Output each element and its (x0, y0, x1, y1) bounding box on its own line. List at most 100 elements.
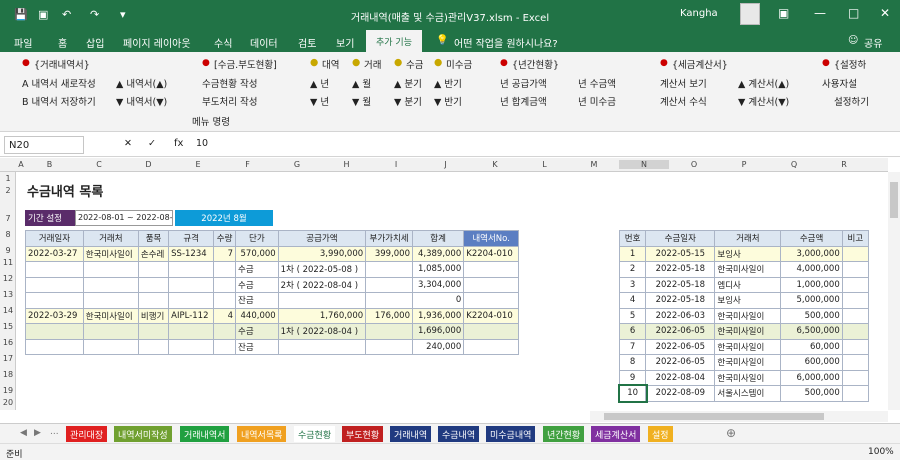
worksheet-grid[interactable]: 수금내역 목록 기간 설정 2022-08-01 ~ 2022-08-31 20… (17, 172, 887, 410)
table-cell[interactable] (25, 261, 84, 278)
table-cell[interactable]: 수금 (235, 276, 279, 293)
month-up-button[interactable]: ▲ 월 (352, 76, 371, 90)
table-cell[interactable] (213, 323, 237, 340)
save-statement-button[interactable]: B 내역서 저장하기 (22, 94, 96, 108)
table-cell[interactable]: 한국미사일이 (714, 354, 782, 371)
row-header[interactable]: 15 (0, 322, 16, 331)
year-supply-button[interactable]: 년 공급가액 (500, 76, 547, 90)
table-cell[interactable] (213, 276, 237, 293)
add-sheet-icon[interactable]: ⊕ (726, 426, 736, 440)
sheet-tab[interactable]: 내역서목록 (237, 426, 287, 442)
col-header[interactable]: L (520, 160, 569, 169)
table-cell[interactable]: 2022-03-27 (25, 245, 84, 262)
maximize-icon[interactable]: □ (848, 6, 859, 20)
table-cell[interactable] (137, 323, 170, 340)
table-cell[interactable]: 보잉사 (714, 245, 782, 262)
table-cell[interactable]: 440,000 (235, 307, 279, 324)
table-cell[interactable] (365, 276, 413, 293)
table-cell[interactable] (82, 276, 139, 293)
table-cell[interactable]: 수금 (235, 323, 279, 340)
table-cell[interactable] (277, 292, 367, 309)
row-header[interactable]: 18 (0, 370, 16, 379)
tab-home[interactable]: 홈 (58, 35, 67, 50)
table-cell[interactable]: 3,304,000 (411, 276, 465, 293)
user-name[interactable]: Kangha (680, 8, 718, 19)
table-cell[interactable]: 600,000 (780, 354, 843, 371)
table-cell[interactable] (841, 354, 870, 371)
sheet-tab[interactable]: 관리대장 (66, 426, 108, 442)
table-cell[interactable]: 1,936,000 (411, 307, 465, 324)
more-sheets-icon[interactable]: ... (50, 427, 59, 437)
table-cell[interactable]: 2022-05-18 (645, 261, 716, 278)
table-cell[interactable]: 보잉사 (714, 292, 782, 309)
table-cell[interactable] (463, 323, 519, 340)
sheet-tab[interactable]: 수금내역 (438, 426, 480, 442)
table-cell[interactable]: 4,000,000 (780, 261, 843, 278)
table-cell[interactable]: 8 (618, 354, 647, 371)
statement-up-button[interactable]: ▲ 내역서(▲) (116, 76, 167, 90)
table-cell[interactable]: 4 (213, 307, 237, 324)
table-cell[interactable] (365, 261, 413, 278)
table-cell[interactable]: 500,000 (780, 307, 843, 324)
table-cell[interactable]: 2022-08-09 (645, 385, 716, 402)
table-cell[interactable] (25, 292, 84, 309)
avatar[interactable] (740, 3, 760, 25)
col-header[interactable]: H (322, 160, 371, 169)
table-cell[interactable] (168, 338, 215, 355)
row-header[interactable]: 20 (0, 398, 16, 407)
tell-me-input[interactable]: 어떤 작업을 원하시나요? (454, 35, 558, 50)
col-header[interactable]: F (223, 160, 272, 169)
table-cell[interactable] (213, 261, 237, 278)
table-cell[interactable] (168, 261, 215, 278)
table-cell[interactable]: 2022-05-18 (645, 276, 716, 293)
tab-view[interactable]: 보기 (336, 35, 354, 50)
table-cell[interactable]: 1 (618, 245, 647, 262)
table-cell[interactable] (168, 292, 215, 309)
table-cell[interactable] (841, 307, 870, 324)
sheet-tab[interactable]: 거래내역서 (180, 426, 230, 442)
table-cell[interactable]: 1,696,000 (411, 323, 465, 340)
table-cell[interactable] (82, 261, 139, 278)
ribbon-options-icon[interactable]: ▣ (778, 6, 789, 20)
sheet-tab[interactable]: 수금현황 (294, 426, 336, 442)
table-cell[interactable] (25, 276, 84, 293)
table-cell[interactable]: 2022-03-29 (25, 307, 84, 324)
invoice-view-button[interactable]: 계산서 보기 (660, 76, 707, 90)
half-up-button[interactable]: ▲ 반기 (434, 76, 462, 90)
table-cell[interactable]: 2022-06-05 (645, 338, 716, 355)
col-header[interactable]: M (569, 160, 619, 169)
table-cell[interactable]: K2204-010 (463, 307, 519, 324)
share-button[interactable]: 공유 (864, 35, 882, 50)
scroll-thumb[interactable] (604, 413, 824, 420)
name-box[interactable]: N20 (4, 136, 84, 154)
table-cell[interactable]: 1,000,000 (780, 276, 843, 293)
sheet-tab[interactable]: 년간현황 (543, 426, 585, 442)
invoice-formula-button[interactable]: 계산서 수식 (660, 94, 707, 108)
col-header[interactable]: C (74, 160, 124, 169)
table-cell[interactable] (841, 261, 870, 278)
row-header[interactable]: 19 (0, 386, 16, 395)
col-header[interactable]: N (619, 160, 669, 169)
row-header[interactable]: 7 (0, 214, 16, 223)
table-cell[interactable]: 2022-06-05 (645, 323, 716, 340)
table-cell[interactable] (841, 338, 870, 355)
month-down-button[interactable]: ▼ 월 (352, 94, 371, 108)
quarter-down-button[interactable]: ▼ 분기 (394, 94, 422, 108)
table-cell[interactable]: 176,000 (365, 307, 413, 324)
new-statement-button[interactable]: A 내역서 새로작성 (22, 76, 96, 90)
table-cell[interactable]: 2 (618, 261, 647, 278)
table-cell[interactable]: 7 (213, 245, 237, 262)
table-cell[interactable]: 손수레 (137, 245, 170, 262)
table-cell[interactable] (213, 292, 237, 309)
invoice-down-button[interactable]: ▼ 계산서(▼) (738, 94, 789, 108)
table-cell[interactable]: 서울시스템이 (714, 385, 782, 402)
table-cell[interactable] (137, 292, 170, 309)
invoice-up-button[interactable]: ▲ 계산서(▲) (738, 76, 789, 90)
table-cell[interactable] (168, 323, 215, 340)
table-cell[interactable]: 7 (618, 338, 647, 355)
table-cell[interactable] (82, 292, 139, 309)
table-cell[interactable]: 2022-05-18 (645, 292, 716, 309)
table-cell[interactable] (137, 276, 170, 293)
table-cell[interactable]: 1차 ( 2022-08-04 ) (277, 323, 367, 340)
table-cell[interactable]: 2022-05-15 (645, 245, 716, 262)
